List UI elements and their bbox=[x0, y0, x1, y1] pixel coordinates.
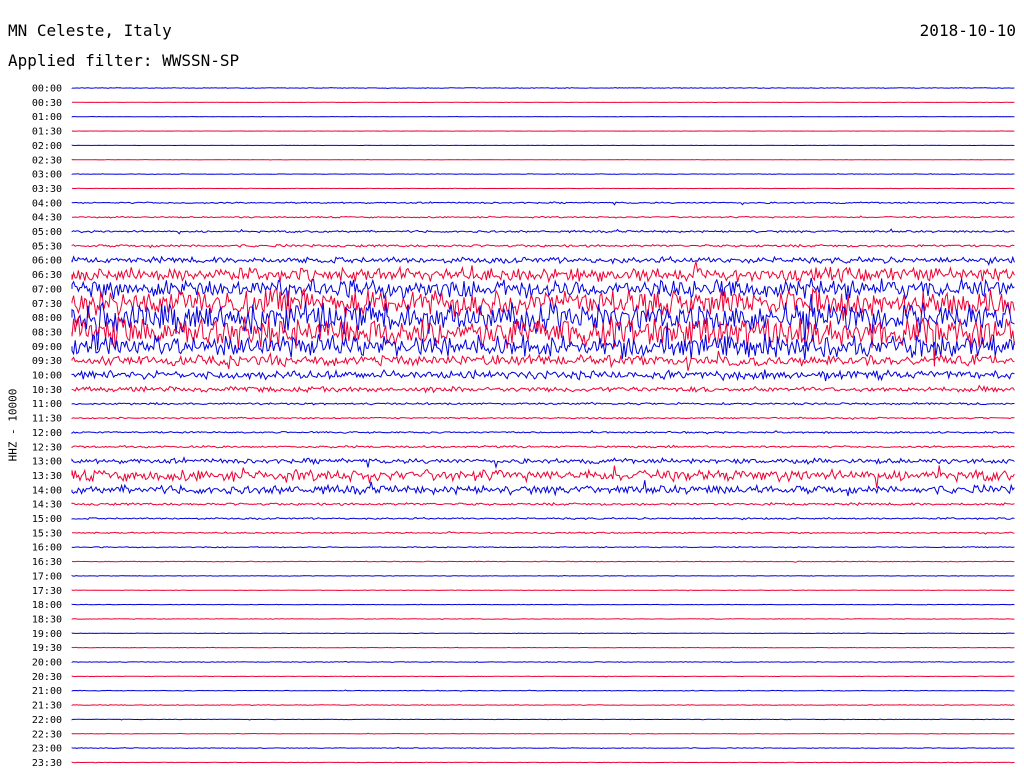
trace-row-2330 bbox=[71, 761, 1015, 764]
row-time-label: 22:00 bbox=[32, 715, 62, 726]
row-time-label: 03:00 bbox=[32, 170, 62, 181]
trace-row-1930 bbox=[71, 646, 1015, 649]
trace-row-0530 bbox=[71, 243, 1015, 249]
trace-row-1330 bbox=[71, 465, 1015, 489]
trace-row-1730 bbox=[71, 589, 1015, 592]
row-time-label: 07:30 bbox=[32, 299, 62, 310]
trace-row-0000 bbox=[71, 87, 1015, 90]
trace-row-1800 bbox=[71, 603, 1015, 606]
row-time-label: 08:30 bbox=[32, 327, 62, 338]
row-time-label: 21:30 bbox=[32, 701, 62, 712]
trace-row-2030 bbox=[71, 675, 1015, 678]
row-time-label: 23:30 bbox=[32, 758, 62, 769]
trace-row-1600 bbox=[71, 546, 1015, 549]
row-time-label: 01:00 bbox=[32, 112, 62, 123]
trace-row-2130 bbox=[71, 704, 1015, 706]
row-time-label: 11:00 bbox=[32, 399, 62, 410]
trace-row-0300 bbox=[71, 173, 1015, 176]
trace-row-0330 bbox=[71, 187, 1015, 190]
row-time-label: 21:00 bbox=[32, 686, 62, 697]
trace-row-1130 bbox=[71, 416, 1015, 421]
trace-row-0500 bbox=[71, 228, 1015, 235]
row-time-label: 12:30 bbox=[32, 442, 62, 453]
trace-row-1900 bbox=[71, 632, 1015, 635]
row-time-label: 15:00 bbox=[32, 514, 62, 525]
trace-row-1200 bbox=[71, 429, 1015, 435]
trace-row-2000 bbox=[71, 660, 1015, 663]
row-time-label: 14:30 bbox=[32, 500, 62, 511]
row-time-label: 08:00 bbox=[32, 313, 62, 324]
row-time-label: 16:00 bbox=[32, 543, 62, 554]
trace-row-0430 bbox=[72, 215, 1015, 219]
trace-row-1700 bbox=[71, 574, 1015, 577]
trace-row-0100 bbox=[71, 115, 1015, 118]
row-time-label: 11:30 bbox=[32, 414, 62, 425]
trace-row-1300 bbox=[71, 456, 1015, 470]
row-time-label: 10:30 bbox=[32, 385, 62, 396]
row-time-label: 03:30 bbox=[32, 184, 62, 195]
trace-row-1230 bbox=[71, 444, 1015, 449]
row-time-label: 07:00 bbox=[32, 284, 62, 295]
trace-row-2200 bbox=[71, 718, 1015, 721]
row-time-label: 09:00 bbox=[32, 342, 62, 353]
row-time-label: 19:30 bbox=[32, 643, 62, 654]
row-time-label: 23:00 bbox=[32, 744, 62, 755]
row-time-label: 10:00 bbox=[32, 371, 62, 382]
trace-row-0630 bbox=[71, 261, 1015, 284]
row-time-label: 05:30 bbox=[32, 241, 62, 252]
trace-row-1530 bbox=[72, 531, 1015, 535]
row-time-label: 04:30 bbox=[32, 213, 62, 224]
row-time-label: 16:30 bbox=[32, 557, 62, 568]
row-time-label: 19:00 bbox=[32, 629, 62, 640]
row-time-label: 14:00 bbox=[32, 485, 62, 496]
row-time-label: 06:30 bbox=[32, 270, 62, 281]
row-time-label: 05:00 bbox=[32, 227, 62, 238]
row-time-label: 02:00 bbox=[32, 141, 62, 152]
row-time-label: 00:30 bbox=[32, 98, 62, 109]
row-time-label: 06:00 bbox=[32, 256, 62, 267]
trace-row-1630 bbox=[71, 560, 1015, 563]
seismogram-plot: 00:00 00:30 01:00 01:30 02:00 02:30 03:00 03:30… bbox=[32, 84, 1015, 769]
row-time-label: 17:00 bbox=[32, 571, 62, 582]
row-time-label: 20:00 bbox=[32, 658, 62, 669]
row-time-label: 17:30 bbox=[32, 586, 62, 597]
trace-row-0600 bbox=[71, 255, 1015, 266]
row-time-label: 20:30 bbox=[32, 672, 62, 683]
trace-row-0400 bbox=[71, 201, 1015, 206]
row-time-label: 22:30 bbox=[32, 729, 62, 740]
row-time-label: 18:30 bbox=[32, 614, 62, 625]
trace-row-1830 bbox=[71, 617, 1015, 621]
trace-row-1000 bbox=[71, 368, 1015, 382]
row-time-label: 15:30 bbox=[32, 528, 62, 539]
trace-row-1500 bbox=[71, 516, 1015, 521]
trace-row-1430 bbox=[71, 501, 1015, 507]
trace-row-2100 bbox=[71, 689, 1015, 692]
row-time-label: 04:00 bbox=[32, 198, 62, 209]
trace-row-2230 bbox=[71, 732, 1015, 735]
row-time-label: 09:30 bbox=[32, 356, 62, 367]
trace-row-2300 bbox=[71, 746, 1015, 750]
row-time-label: 13:00 bbox=[32, 457, 62, 468]
row-time-label: 12:00 bbox=[32, 428, 62, 439]
row-time-label: 13:30 bbox=[32, 471, 62, 482]
trace-row-1030 bbox=[71, 384, 1015, 394]
trace-row-0930 bbox=[71, 350, 1015, 371]
row-time-label: 01:30 bbox=[32, 127, 62, 138]
trace-row-1100 bbox=[71, 401, 1015, 406]
row-time-label: 18:00 bbox=[32, 600, 62, 611]
trace-row-1400 bbox=[71, 480, 1015, 497]
row-time-label: 02:30 bbox=[32, 155, 62, 166]
row-time-label: 00:00 bbox=[32, 84, 62, 95]
